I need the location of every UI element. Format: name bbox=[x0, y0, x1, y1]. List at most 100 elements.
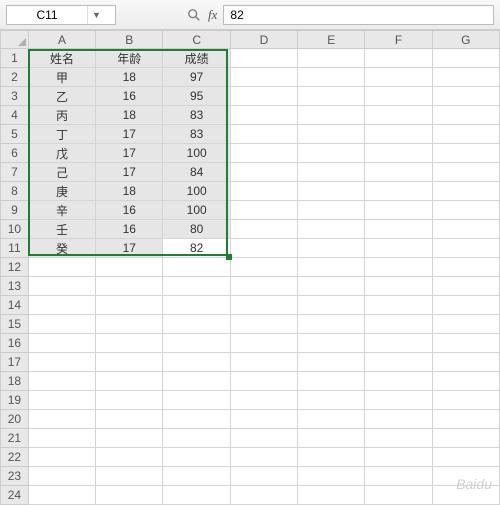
cell-D5[interactable] bbox=[230, 125, 297, 144]
cell-D18[interactable] bbox=[230, 372, 297, 391]
cell-G19[interactable] bbox=[432, 391, 499, 410]
cell-C1[interactable]: 成绩 bbox=[163, 49, 230, 68]
cell-G5[interactable] bbox=[432, 125, 499, 144]
cell-F13[interactable] bbox=[365, 277, 432, 296]
cell-C16[interactable] bbox=[163, 334, 230, 353]
cell-G11[interactable] bbox=[432, 239, 499, 258]
cell-F15[interactable] bbox=[365, 315, 432, 334]
cell-B24[interactable] bbox=[96, 486, 163, 505]
cell-F11[interactable] bbox=[365, 239, 432, 258]
row-header-12[interactable]: 12 bbox=[1, 258, 29, 277]
row-header-23[interactable]: 23 bbox=[1, 467, 29, 486]
cell-E3[interactable] bbox=[298, 87, 365, 106]
cell-F12[interactable] bbox=[365, 258, 432, 277]
cell-A13[interactable] bbox=[28, 277, 95, 296]
cell-B9[interactable]: 16 bbox=[96, 201, 163, 220]
cell-E18[interactable] bbox=[298, 372, 365, 391]
cell-C17[interactable] bbox=[163, 353, 230, 372]
search-icon[interactable] bbox=[186, 7, 202, 23]
cell-E5[interactable] bbox=[298, 125, 365, 144]
cell-C3[interactable]: 95 bbox=[163, 87, 230, 106]
cell-A9[interactable]: 辛 bbox=[28, 201, 95, 220]
cell-A20[interactable] bbox=[28, 410, 95, 429]
cell-G13[interactable] bbox=[432, 277, 499, 296]
cell-E17[interactable] bbox=[298, 353, 365, 372]
name-box-input[interactable] bbox=[7, 8, 87, 22]
row-header-8[interactable]: 8 bbox=[1, 182, 29, 201]
row-header-6[interactable]: 6 bbox=[1, 144, 29, 163]
cell-G18[interactable] bbox=[432, 372, 499, 391]
cell-F7[interactable] bbox=[365, 163, 432, 182]
cell-A16[interactable] bbox=[28, 334, 95, 353]
col-header-C[interactable]: C bbox=[163, 31, 230, 49]
cell-C22[interactable] bbox=[163, 448, 230, 467]
row-header-4[interactable]: 4 bbox=[1, 106, 29, 125]
cell-G24[interactable] bbox=[432, 486, 499, 505]
cell-E9[interactable] bbox=[298, 201, 365, 220]
cell-B3[interactable]: 16 bbox=[96, 87, 163, 106]
cell-F1[interactable] bbox=[365, 49, 432, 68]
cell-E24[interactable] bbox=[298, 486, 365, 505]
cell-D17[interactable] bbox=[230, 353, 297, 372]
cell-B1[interactable]: 年龄 bbox=[96, 49, 163, 68]
cell-A14[interactable] bbox=[28, 296, 95, 315]
cell-F2[interactable] bbox=[365, 68, 432, 87]
row-header-11[interactable]: 11 bbox=[1, 239, 29, 258]
cell-G20[interactable] bbox=[432, 410, 499, 429]
row-header-21[interactable]: 21 bbox=[1, 429, 29, 448]
cell-F24[interactable] bbox=[365, 486, 432, 505]
cell-E19[interactable] bbox=[298, 391, 365, 410]
cell-C20[interactable] bbox=[163, 410, 230, 429]
cell-C6[interactable]: 100 bbox=[163, 144, 230, 163]
cell-B12[interactable] bbox=[96, 258, 163, 277]
cell-E13[interactable] bbox=[298, 277, 365, 296]
cell-C15[interactable] bbox=[163, 315, 230, 334]
cell-D15[interactable] bbox=[230, 315, 297, 334]
cell-A23[interactable] bbox=[28, 467, 95, 486]
row-header-22[interactable]: 22 bbox=[1, 448, 29, 467]
cell-F3[interactable] bbox=[365, 87, 432, 106]
cell-B11[interactable]: 17 bbox=[96, 239, 163, 258]
cell-E21[interactable] bbox=[298, 429, 365, 448]
cell-C7[interactable]: 84 bbox=[163, 163, 230, 182]
cell-B16[interactable] bbox=[96, 334, 163, 353]
cell-F22[interactable] bbox=[365, 448, 432, 467]
cell-B15[interactable] bbox=[96, 315, 163, 334]
col-header-A[interactable]: A bbox=[28, 31, 95, 49]
cell-G12[interactable] bbox=[432, 258, 499, 277]
cell-A21[interactable] bbox=[28, 429, 95, 448]
cell-C24[interactable] bbox=[163, 486, 230, 505]
row-header-14[interactable]: 14 bbox=[1, 296, 29, 315]
cell-A19[interactable] bbox=[28, 391, 95, 410]
cell-D24[interactable] bbox=[230, 486, 297, 505]
cell-A5[interactable]: 丁 bbox=[28, 125, 95, 144]
cell-A1[interactable]: 姓名 bbox=[28, 49, 95, 68]
cell-D6[interactable] bbox=[230, 144, 297, 163]
cell-F6[interactable] bbox=[365, 144, 432, 163]
cell-G16[interactable] bbox=[432, 334, 499, 353]
row-header-3[interactable]: 3 bbox=[1, 87, 29, 106]
cell-F20[interactable] bbox=[365, 410, 432, 429]
fx-icon[interactable]: fx bbox=[208, 7, 217, 23]
cell-D13[interactable] bbox=[230, 277, 297, 296]
cell-B22[interactable] bbox=[96, 448, 163, 467]
cell-B2[interactable]: 18 bbox=[96, 68, 163, 87]
cell-A6[interactable]: 戊 bbox=[28, 144, 95, 163]
col-header-F[interactable]: F bbox=[365, 31, 432, 49]
cell-G14[interactable] bbox=[432, 296, 499, 315]
cell-E12[interactable] bbox=[298, 258, 365, 277]
row-header-24[interactable]: 24 bbox=[1, 486, 29, 505]
cell-F14[interactable] bbox=[365, 296, 432, 315]
cell-F23[interactable] bbox=[365, 467, 432, 486]
cell-A22[interactable] bbox=[28, 448, 95, 467]
cell-B4[interactable]: 18 bbox=[96, 106, 163, 125]
cell-E6[interactable] bbox=[298, 144, 365, 163]
cell-G15[interactable] bbox=[432, 315, 499, 334]
col-header-E[interactable]: E bbox=[298, 31, 365, 49]
cell-C2[interactable]: 97 bbox=[163, 68, 230, 87]
cell-D1[interactable] bbox=[230, 49, 297, 68]
cell-G22[interactable] bbox=[432, 448, 499, 467]
cell-G21[interactable] bbox=[432, 429, 499, 448]
cell-C9[interactable]: 100 bbox=[163, 201, 230, 220]
cell-A17[interactable] bbox=[28, 353, 95, 372]
